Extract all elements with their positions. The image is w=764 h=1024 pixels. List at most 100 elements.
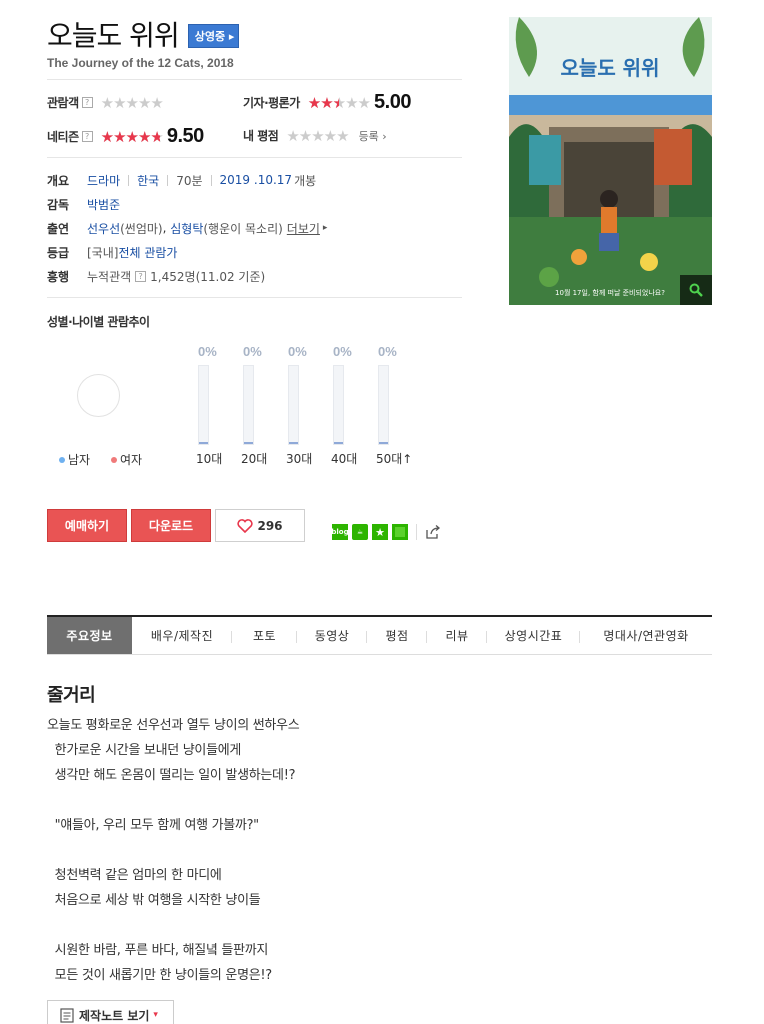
- bar-track: [378, 365, 389, 445]
- critic-score: 5.00: [374, 91, 411, 113]
- tab-item[interactable]: 포토: [232, 617, 297, 654]
- status-badge-label: 상영중: [194, 30, 226, 43]
- my-rating-stars[interactable]: ★★★★★★★★★★: [286, 128, 349, 144]
- audience-rating: 관람객 ? ★★★★★★★★★★: [47, 94, 164, 111]
- tab-label: 동영상: [314, 629, 350, 643]
- tab-label: 주요정보: [66, 629, 113, 643]
- grade-link[interactable]: 전체 관람가: [118, 244, 177, 261]
- bar: [334, 442, 343, 444]
- register-rating-link[interactable]: 등록 ›: [359, 128, 387, 144]
- help-icon[interactable]: ?: [81, 131, 93, 142]
- release-suffix: 개봉: [294, 173, 317, 188]
- green-square-icon[interactable]: [392, 524, 408, 540]
- netizen-rating-label: 네티즌: [47, 130, 79, 144]
- bar-category-label: 20대: [241, 452, 268, 466]
- director-link[interactable]: 박범준: [87, 196, 120, 213]
- bar-column: 0% 20대: [241, 344, 283, 466]
- tab-label: 포토: [252, 629, 277, 643]
- bar-column: 0% 40대: [331, 344, 373, 466]
- synopsis-line: 오늘도 평화로운 선우선과 열두 냥이의 썬하우스: [47, 718, 300, 733]
- female-dot: [111, 456, 117, 463]
- divider: [47, 157, 462, 158]
- poster-title: 오늘도 위위: [561, 56, 660, 80]
- document-icon: [60, 1007, 74, 1023]
- tab-label: 명대사/연관영화: [603, 629, 689, 643]
- tab-item[interactable]: 평점: [367, 617, 427, 654]
- bar-column: 0% 50대↑: [376, 344, 418, 466]
- divider: [47, 297, 462, 298]
- download-button[interactable]: 다운로드: [131, 509, 211, 542]
- like-button[interactable]: 296: [215, 509, 305, 542]
- bar-value-label: 0%: [378, 344, 397, 359]
- bar-category-label: 10대: [196, 452, 223, 466]
- tab-label: 평점: [385, 629, 409, 643]
- genre-link[interactable]: 드라마: [87, 172, 120, 189]
- synopsis-title: 줄거리: [47, 685, 96, 706]
- bar-value-label: 0%: [243, 344, 262, 359]
- help-icon[interactable]: ?: [81, 97, 93, 108]
- tab-label: 배우/제작진: [150, 629, 214, 643]
- like-count: 296: [257, 518, 283, 533]
- bar-category-label: 30대: [286, 452, 313, 466]
- grade-label: 등급: [47, 245, 70, 260]
- tab-bar: 주요정보 배우/제작진 포토 동영상 평점 리뷰 상영시간표 명대사/연관영화: [47, 615, 712, 655]
- tab-item[interactable]: 배우/제작진: [132, 617, 232, 654]
- register-rating-label: 등록: [358, 129, 379, 143]
- critic-rating-label: 기자·평론가: [243, 96, 300, 110]
- zoom-button[interactable]: [680, 275, 712, 305]
- cast-link-1[interactable]: 선우선: [87, 220, 120, 237]
- blog-icon[interactable]: blog: [331, 524, 349, 540]
- chart-title: 성별·나이별 관람추이: [47, 315, 150, 329]
- bar-track: [243, 365, 254, 445]
- tab-item[interactable]: 주요정보: [47, 617, 132, 654]
- netizen-rating: 네티즌 ? ★★★★★ ★★★★★ 9.50: [47, 125, 204, 148]
- grade-row: 등급 [국내] 전체 관람가: [47, 240, 327, 264]
- divider: [416, 524, 417, 540]
- bar: [289, 442, 298, 444]
- search-icon: [689, 283, 703, 297]
- synopsis-line: 처음으로 세상 밖 여행을 시작한 냥이들: [47, 893, 261, 908]
- bar-value-label: 0%: [288, 344, 307, 359]
- help-icon[interactable]: ?: [135, 270, 147, 282]
- tab-label: 상영시간표: [504, 629, 563, 643]
- overview-row: 개요 드라마 한국 70분 2019 .10.17 개봉: [47, 168, 327, 192]
- star-icon[interactable]: ★: [372, 524, 388, 540]
- production-note-button[interactable]: 제작노트 보기 ▾: [47, 1000, 174, 1024]
- bar: [379, 442, 388, 444]
- chevron-right-icon: ▸: [322, 223, 328, 233]
- cast-link-2[interactable]: 심형탁: [170, 220, 203, 237]
- bar-category-label: 40대: [331, 452, 358, 466]
- cast-role-2: (행운이 목소리): [203, 221, 283, 236]
- bar-value-label: 0%: [198, 344, 217, 359]
- tab-item[interactable]: 리뷰: [427, 617, 487, 654]
- box-office-value: 1,452명(11.02 기준): [150, 269, 266, 284]
- synopsis-line: "얘들아, 우리 모두 함께 여행 가볼까?": [47, 818, 260, 833]
- reserve-button[interactable]: 예매하기: [47, 509, 127, 542]
- legend-female-label: 여자: [120, 453, 143, 467]
- heart-icon: [237, 518, 254, 533]
- status-badge[interactable]: 상영중 ▸: [187, 24, 240, 48]
- cafe-icon[interactable]: ☕: [352, 524, 368, 540]
- cast-more-link[interactable]: 더보기: [287, 220, 320, 237]
- share-icon[interactable]: [425, 524, 441, 540]
- movie-poster[interactable]: 오늘도 위위 10월 17일, 함께 떠날 준비되었나요?: [509, 17, 712, 305]
- tab-item[interactable]: 명대사/연관영화: [580, 617, 712, 654]
- release-date-link[interactable]: 2019 .10.17: [220, 173, 293, 187]
- synopsis-line: 시원한 바람, 푸른 바다, 해질녘 들판까지: [47, 943, 269, 958]
- synopsis-line: [47, 838, 299, 863]
- bar-track: [198, 365, 209, 445]
- country-link[interactable]: 한국: [137, 172, 159, 189]
- bar: [244, 442, 253, 444]
- netizen-stars: ★★★★★ ★★★★★: [100, 127, 164, 146]
- cast-role-1: (썬엄마): [120, 221, 163, 236]
- bar-track: [333, 365, 344, 445]
- synopsis-line: [47, 913, 299, 938]
- grade-prefix: [국내]: [87, 245, 119, 260]
- title-row: 오늘도 위위 상영중 ▸: [47, 14, 240, 54]
- synopsis-line: 모든 것이 새롭기만 한 냥이들의 운명은!?: [47, 968, 273, 983]
- share-icons: blog ☕ ★: [331, 524, 441, 540]
- runtime: 70분: [176, 173, 203, 188]
- legend-male-label: 남자: [68, 453, 91, 467]
- tab-item[interactable]: 상영시간표: [487, 617, 580, 654]
- tab-item[interactable]: 동영상: [297, 617, 367, 654]
